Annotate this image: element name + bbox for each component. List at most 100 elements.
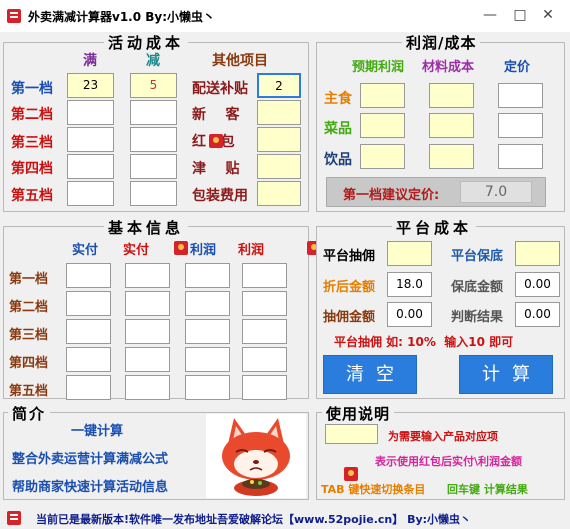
tier-label: 第四档: [11, 161, 53, 177]
maximize-button[interactable]: □: [506, 4, 534, 26]
col-actual-pay: 实付: [72, 243, 99, 258]
other-item-label: 新 客: [192, 107, 240, 123]
tier-label: 第二档: [11, 107, 53, 123]
other-item-label: 包装费用: [192, 188, 248, 204]
close-button[interactable]: ✕: [534, 4, 562, 26]
platform-cost-title: 平台成本: [392, 217, 477, 238]
basic-info-title: 基本信息: [104, 217, 189, 238]
dish-price-field: [498, 113, 543, 138]
tier-minus-input[interactable]: [130, 181, 177, 206]
delivery-subsidy-input[interactable]: 2: [257, 73, 301, 98]
col-minus-label: 减: [146, 53, 160, 69]
red-packet-input[interactable]: [257, 127, 301, 152]
basic-row-label: 第五档: [9, 384, 49, 399]
usage-legend-2: 表示使用红包后实付\利润金额: [375, 455, 523, 468]
min-guarantee-label: 平台保底: [451, 249, 504, 264]
min-guarantee-input[interactable]: [515, 241, 560, 266]
actual-pay-field: [66, 375, 111, 400]
discounted-amount-field: 18.0: [387, 272, 432, 297]
tier-label: 第五档: [11, 188, 53, 204]
tier-full-input[interactable]: [67, 127, 114, 152]
profit-redpacket-field: [242, 375, 287, 400]
guarantee-amount-label: 保底金额: [451, 280, 504, 295]
col-profit-redpacket: 利润: [238, 243, 265, 258]
commission-amount-label: 抽佣金额: [323, 310, 376, 325]
usage-title: 使用说明: [322, 403, 395, 424]
status-app-icon: [6, 510, 22, 526]
staple-price-field: [498, 83, 543, 108]
usage-legend-1: 为需要输入产品对应项: [388, 430, 498, 443]
profit-field: [185, 375, 230, 400]
tier-minus-input[interactable]: [130, 154, 177, 179]
commission-input[interactable]: [387, 241, 432, 266]
allowance-input[interactable]: [257, 154, 301, 179]
drink-profit-input[interactable]: [360, 144, 405, 169]
app-icon: [6, 8, 22, 24]
suggest-price-value: 7.0: [460, 181, 532, 203]
minimize-button[interactable]: —: [476, 4, 504, 26]
red-packet-icon: [173, 240, 188, 255]
window-title: 外卖满减计算器v1.0 By:小懒虫丶: [28, 10, 216, 24]
commission-label: 平台抽佣: [323, 249, 376, 264]
commission-amount-field: 0.00: [387, 302, 432, 327]
staple-profit-input[interactable]: [360, 83, 405, 108]
actual-pay-redpacket-field: [125, 375, 170, 400]
red-packet-icon: [209, 133, 223, 148]
actual-pay-redpacket-field: [125, 291, 170, 316]
actual-pay-field: [66, 319, 111, 344]
tier-minus-input[interactable]: 5: [130, 73, 177, 98]
tier-label: 第一档: [11, 81, 53, 97]
profit-redpacket-field: [242, 319, 287, 344]
profit-field: [185, 263, 230, 288]
calculate-button[interactable]: 计算: [459, 355, 553, 394]
suggest-price-label: 第一档建议定价:: [343, 188, 440, 203]
staple-material-input[interactable]: [429, 83, 474, 108]
other-item-label: 配送补贴: [192, 81, 248, 97]
col-profit: 利润: [190, 243, 217, 258]
actual-pay-redpacket-field: [125, 263, 170, 288]
packaging-fee-input[interactable]: [257, 181, 301, 206]
tier-full-input[interactable]: [67, 100, 114, 125]
basic-row-label: 第一档: [9, 272, 49, 287]
profit-redpacket-field: [242, 291, 287, 316]
new-customer-input[interactable]: [257, 100, 301, 125]
row-label-dish: 菜品: [324, 121, 352, 137]
col-other-label: 其他项目: [212, 53, 268, 69]
tier-minus-input[interactable]: [130, 100, 177, 125]
other-item-label: 津 贴: [192, 161, 240, 177]
profit-field: [185, 347, 230, 372]
profit-field: [185, 291, 230, 316]
intro-line-1: 一键计算: [71, 424, 124, 439]
tier-full-input[interactable]: 23: [67, 73, 114, 98]
actual-pay-field: [66, 263, 111, 288]
dish-profit-input[interactable]: [360, 113, 405, 138]
actual-pay-redpacket-field: [125, 347, 170, 372]
tier-minus-input[interactable]: [130, 127, 177, 152]
col-actual-pay-redpacket: 实付: [123, 243, 150, 258]
intro-line-3: 帮助商家快速计算活动信息: [12, 480, 169, 495]
discounted-amount-label: 折后金额: [323, 280, 376, 295]
col-price: 定价: [504, 60, 531, 75]
col-expected-profit: 预期利润: [352, 60, 405, 75]
red-packet-icon: [344, 467, 358, 481]
basic-row-label: 第四档: [9, 356, 49, 371]
drink-price-field: [498, 144, 543, 169]
usage-enter-hint: 回车键 计算结果: [447, 483, 528, 496]
dish-material-input[interactable]: [429, 113, 474, 138]
row-label-drink: 饮品: [324, 152, 352, 168]
actual-pay-redpacket-field: [125, 319, 170, 344]
usage-tab-hint: TAB 键快速切换条目: [321, 483, 426, 496]
intro-line-2: 整合外卖运营计算满减公式: [12, 452, 169, 467]
judge-result-label: 判断结果: [451, 310, 504, 325]
commission-hint: 平台抽佣 如: 10% 输入10 即可: [334, 335, 514, 349]
row-label-staple: 主食: [324, 91, 352, 107]
basic-row-label: 第二档: [9, 300, 49, 315]
clear-button[interactable]: 清空: [323, 355, 417, 394]
profit-field: [185, 319, 230, 344]
drink-material-input[interactable]: [429, 144, 474, 169]
tier-full-input[interactable]: [67, 181, 114, 206]
yellow-legend-swatch: [325, 424, 378, 444]
col-material-cost: 材料成本: [422, 60, 475, 75]
tier-full-input[interactable]: [67, 154, 114, 179]
actual-pay-field: [66, 291, 111, 316]
